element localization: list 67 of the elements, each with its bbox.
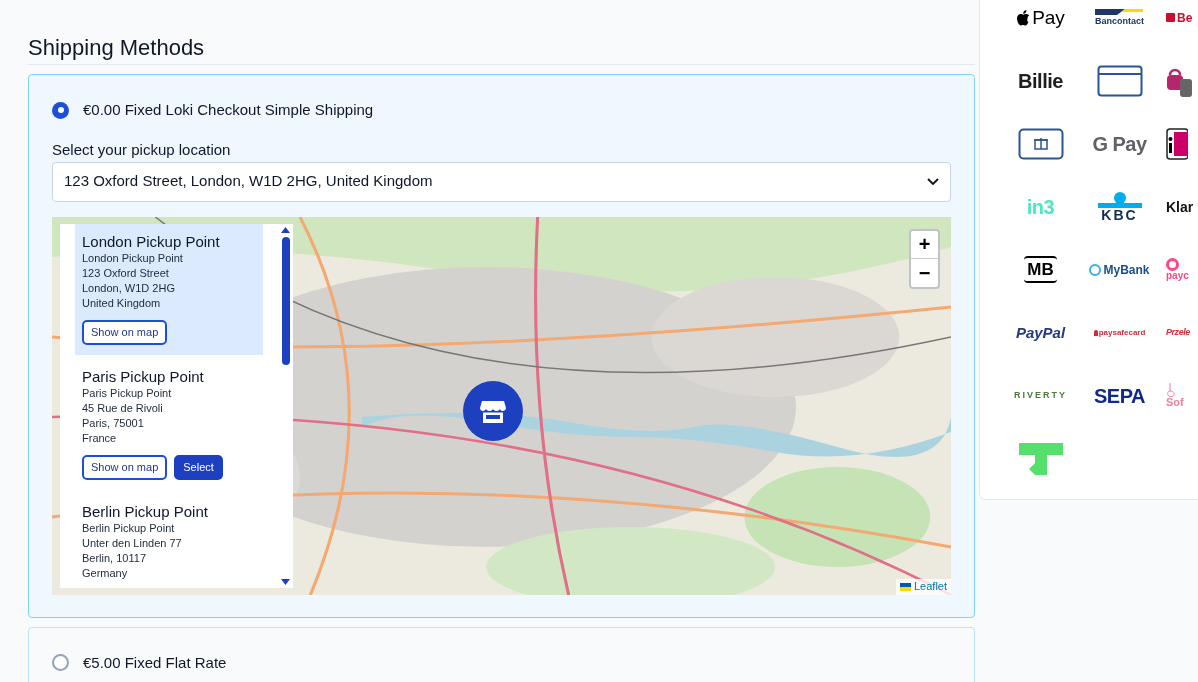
logo-text: KBC bbox=[1101, 207, 1138, 222]
hand-icon bbox=[1166, 383, 1176, 397]
gift-card-icon bbox=[1017, 127, 1064, 160]
kbc-mark-icon bbox=[1097, 191, 1142, 208]
ring-icon bbox=[1166, 258, 1179, 271]
address-line: London, W1D 2HG bbox=[82, 280, 176, 296]
field-label: Select your pickup location bbox=[52, 139, 232, 160]
logo-text: payc bbox=[1166, 271, 1189, 281]
flag-icon bbox=[899, 582, 911, 591]
logo-text: Pay bbox=[1032, 8, 1065, 27]
address-line: Paris Pickup Point bbox=[82, 385, 173, 401]
pickup-point-title: Berlin Pickup Point bbox=[82, 501, 209, 521]
address-line: 123 Oxford Street bbox=[82, 265, 170, 281]
zoom-in-button[interactable]: + bbox=[911, 230, 938, 259]
store-icon bbox=[480, 398, 506, 423]
pickup-point-title: London Pickup Point bbox=[82, 231, 221, 251]
address-line: London Pickup Point bbox=[82, 250, 184, 266]
logo-text: Be bbox=[1177, 11, 1193, 24]
zoom-out-button[interactable]: − bbox=[911, 258, 938, 287]
scroll-down-arrow-icon[interactable] bbox=[281, 578, 290, 585]
logo-text: Bancontact bbox=[1095, 17, 1144, 26]
lock-icon bbox=[1093, 329, 1098, 336]
logo-text: PayPal bbox=[1015, 325, 1066, 340]
address-line: Paris, 75001 bbox=[82, 415, 145, 431]
logo-text: MyBank bbox=[1103, 263, 1150, 276]
radio-button[interactable] bbox=[52, 101, 69, 119]
scrollbar[interactable] bbox=[281, 226, 290, 585]
ideal-icon bbox=[1166, 127, 1188, 160]
pickup-point-card[interactable]: London Pickup Point London Pickup Point 123 Oxford Street London, W1D 2HG United Kingdom Show on map bbox=[75, 223, 263, 355]
logo-text: Billie bbox=[1018, 70, 1063, 91]
pickup-point-title: Paris Pickup Point bbox=[82, 366, 205, 386]
address-line: Berlin Pickup Point bbox=[82, 520, 176, 536]
chevron-down-icon bbox=[927, 177, 939, 186]
trustly-icon bbox=[1018, 442, 1063, 475]
logo-square-icon bbox=[1166, 13, 1175, 22]
logo-text: SEPA bbox=[1094, 385, 1145, 406]
select-button[interactable]: Select bbox=[174, 454, 223, 480]
address-line: 45 Rue de Rivoli bbox=[82, 400, 164, 416]
logo-text: Klar bbox=[1166, 199, 1194, 214]
address-line: United Kingdom bbox=[82, 295, 162, 311]
leaflet-link[interactable]: Leaflet bbox=[913, 578, 947, 595]
bancontact-mark-icon bbox=[1095, 9, 1144, 15]
show-on-map-button[interactable]: Show on map bbox=[82, 319, 168, 345]
address-line: Germany bbox=[82, 565, 129, 581]
shipping-method-card[interactable]: €5.00 Fixed Flat Rate bbox=[28, 626, 975, 682]
address-line: Unter den Linden 77 bbox=[82, 535, 183, 551]
scroll-up-arrow-icon[interactable] bbox=[281, 226, 290, 233]
logo-text: G Pay bbox=[1092, 133, 1147, 154]
logo-text: MB bbox=[1024, 256, 1057, 283]
shipping-method-label: €0.00 Fixed Loki Checkout Simple Shipping bbox=[83, 100, 374, 120]
address-line: Berlin, 10117 bbox=[82, 550, 147, 566]
logo-text: in3 bbox=[1026, 196, 1055, 217]
logo-text: Sof bbox=[1166, 397, 1184, 408]
ring-icon bbox=[1089, 263, 1102, 276]
scrollbar-thumb[interactable] bbox=[281, 236, 290, 365]
section-heading: Shipping Methods bbox=[28, 34, 975, 65]
address-line: France bbox=[82, 430, 118, 446]
pickup-location-select[interactable]: 123 Oxford Street, London, W1D 2HG, United Kingdom bbox=[52, 161, 951, 202]
shipping-method-card[interactable] bbox=[28, 74, 975, 618]
card-icon bbox=[1096, 64, 1143, 97]
radio-button[interactable] bbox=[52, 654, 69, 672]
shipping-method-label: €5.00 Fixed Flat Rate bbox=[83, 652, 227, 673]
show-on-map-button[interactable]: Show on map bbox=[82, 454, 168, 480]
logo-text: RIVERTY bbox=[1014, 391, 1067, 400]
apple-icon bbox=[1016, 9, 1031, 26]
logo-text: Przele bbox=[1166, 328, 1190, 337]
logo-text: paysafecard bbox=[1098, 328, 1146, 337]
